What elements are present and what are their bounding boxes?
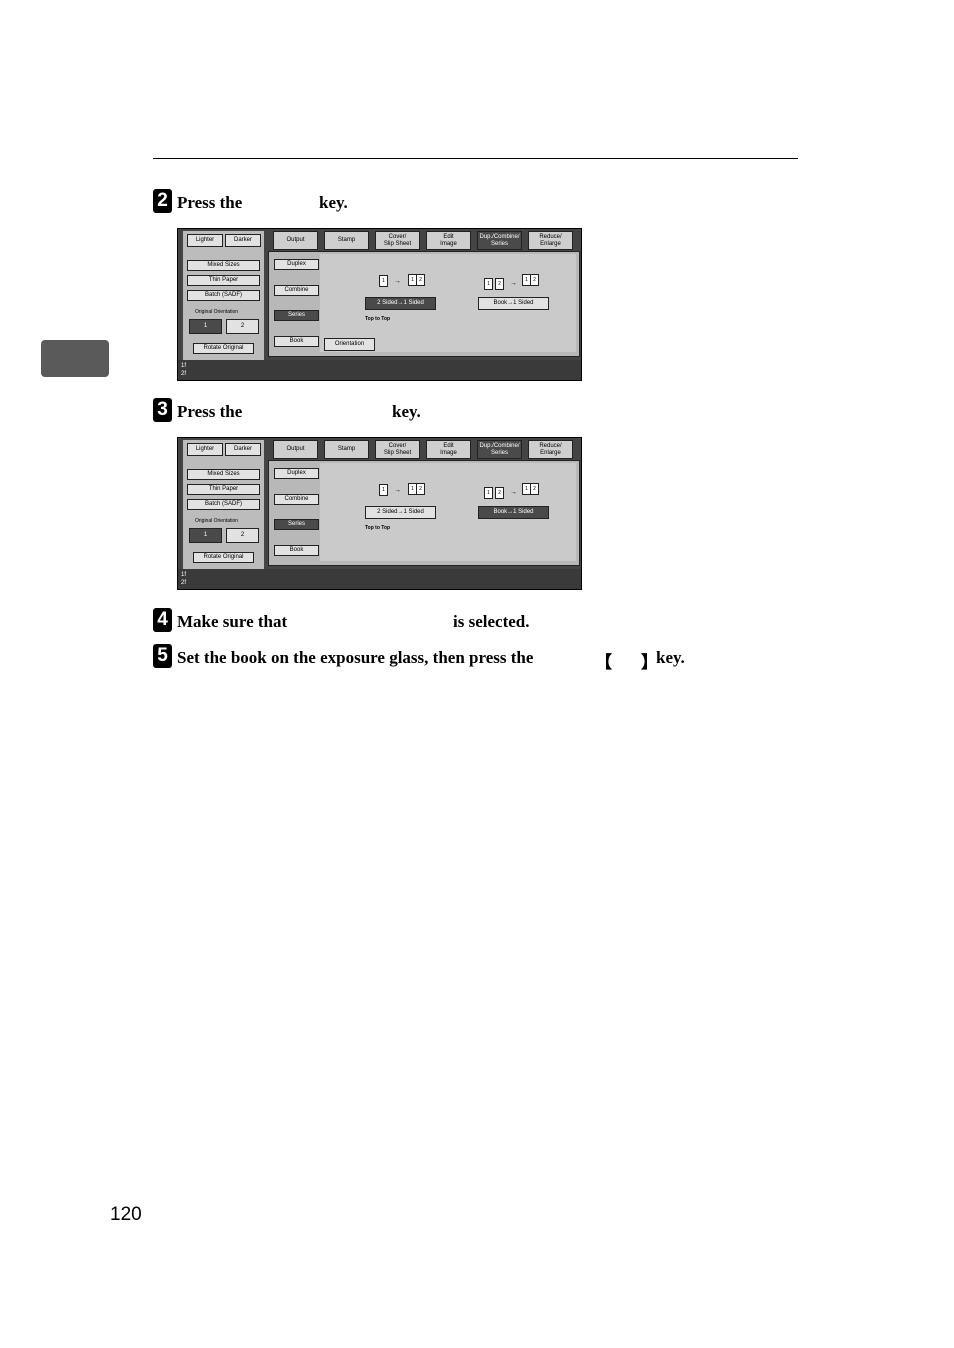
tab-output[interactable]: Output [273,231,318,250]
left-column: Lighter Darker Mixed Sizes Thin Paper Ba… [183,231,264,364]
tab-dup-combine-series[interactable]: Dup./Combine/Series [477,231,522,250]
page-icon: 1 [484,278,493,290]
tab-dup-combine-series[interactable]: Dup./Combine/Series [477,440,522,459]
step-text-suffix: is selected. [453,612,530,631]
arrow-icon: → [510,280,517,287]
combine-button[interactable]: Combine [274,285,319,296]
lighter-button[interactable]: Lighter [187,234,223,247]
rotate-original-button[interactable]: Rotate Original [193,552,254,563]
original-orientation-label: Original Orientation [195,518,239,524]
status-bar: 1f 2f [178,569,581,589]
left-column: Lighter Darker Mixed Sizes Thin Paper Ba… [183,440,264,573]
step-text-suffix: key. [319,193,348,212]
original-orientation-label: Original Orientation [195,309,239,315]
chapter-tab [41,340,109,377]
page-icon: 2 [495,487,504,499]
step-text-prefix: Make sure that [177,612,288,631]
duplex-button[interactable]: Duplex [274,468,319,479]
work-area: Duplex Combine Series Book 1 → 1 2 2 Sid… [268,251,580,357]
page-icon: 2 [416,483,425,495]
step-text-suffix: key. [392,402,421,421]
top-to-top-label: Top to Top [365,525,391,531]
arrow-icon: → [394,487,401,494]
step-number: 3 [153,398,172,422]
page-icon: 1 [379,275,388,287]
tab-output[interactable]: Output [273,440,318,459]
arrow-icon: → [510,489,517,496]
options-area: 1 → 1 2 2 Sided→1 Sided Top to Top 1 2 →… [320,254,576,352]
book-to-one-sided-button[interactable]: Book→1 Sided [478,506,549,519]
batch-button[interactable]: Batch (SADF) [187,499,260,510]
mixed-sizes-button[interactable]: Mixed Sizes [187,260,260,271]
step-number: 5 [153,644,172,668]
two-sided-to-one-sided-button[interactable]: 2 Sided→1 Sided [365,297,436,310]
copier-panel-series: Lighter Darker Mixed Sizes Thin Paper Ba… [177,228,582,381]
page-icon: 2 [530,274,539,286]
darker-button[interactable]: Darker [225,443,261,456]
book-button[interactable]: Book [274,336,319,347]
darker-button[interactable]: Darker [225,234,261,247]
tray-1-label: 1f [181,363,187,369]
step-text-prefix: Set the book on the exposure glass, then… [177,648,534,667]
tab-cover-slip-sheet[interactable]: Cover/Slip Sheet [375,231,420,250]
status-bar: 1f 2f [178,360,581,380]
orientation-portrait-button[interactable]: 1 [189,319,222,334]
arrow-icon: → [394,278,401,285]
header-rule [153,158,798,159]
step-text-suffix: key. [656,648,685,667]
thin-paper-button[interactable]: Thin Paper [187,275,260,286]
thin-paper-button[interactable]: Thin Paper [187,484,260,495]
tab-cover-slip-sheet[interactable]: Cover/Slip Sheet [375,440,420,459]
series-button[interactable]: Series [274,519,319,530]
two-sided-to-one-sided-button[interactable]: 2 Sided→1 Sided [365,506,436,519]
batch-button[interactable]: Batch (SADF) [187,290,260,301]
tab-stamp[interactable]: Stamp [324,231,369,250]
top-to-top-label: Top to Top [365,316,391,322]
options-area: 1 → 1 2 2 Sided→1 Sided Top to Top 1 2 →… [320,463,576,561]
step-text-prefix: Press the [177,402,243,421]
step-number: 2 [153,189,172,213]
step-number: 4 [153,608,172,632]
combine-button[interactable]: Combine [274,494,319,505]
step-text-prefix: Press the [177,193,243,212]
book-button[interactable]: Book [274,545,319,556]
tray-2-label: 2f [181,371,187,377]
orientation-landscape-button[interactable]: 2 [226,528,259,543]
tray-1-label: 1f [181,572,187,578]
book-to-one-sided-button[interactable]: Book→1 Sided [478,297,549,310]
page-number: 120 [110,1204,142,1225]
work-area: Duplex Combine Series Book 1 → 1 2 2 Sid… [268,460,580,566]
series-button[interactable]: Series [274,310,319,321]
tab-reduce-enlarge[interactable]: Reduce/Enlarge [528,440,573,459]
page-icon: 2 [416,274,425,286]
orientation-landscape-button[interactable]: 2 [226,319,259,334]
tab-edit-image[interactable]: Edit Image [426,231,471,250]
orientation-button[interactable]: Orientation [324,338,375,351]
mixed-sizes-button[interactable]: Mixed Sizes [187,469,260,480]
page-icon: 2 [530,483,539,495]
duplex-button[interactable]: Duplex [274,259,319,270]
tab-edit-image[interactable]: Edit Image [426,440,471,459]
tab-reduce-enlarge[interactable]: Reduce/Enlarge [528,231,573,250]
orientation-portrait-button[interactable]: 1 [189,528,222,543]
rotate-original-button[interactable]: Rotate Original [193,343,254,354]
page-icon: 1 [379,484,388,496]
lighter-button[interactable]: Lighter [187,443,223,456]
page-icon: 1 [484,487,493,499]
bracket-open: 【 [595,653,612,672]
tab-stamp[interactable]: Stamp [324,440,369,459]
tray-2-label: 2f [181,580,187,586]
page-icon: 2 [495,278,504,290]
copier-panel-book: Lighter Darker Mixed Sizes Thin Paper Ba… [177,437,582,590]
